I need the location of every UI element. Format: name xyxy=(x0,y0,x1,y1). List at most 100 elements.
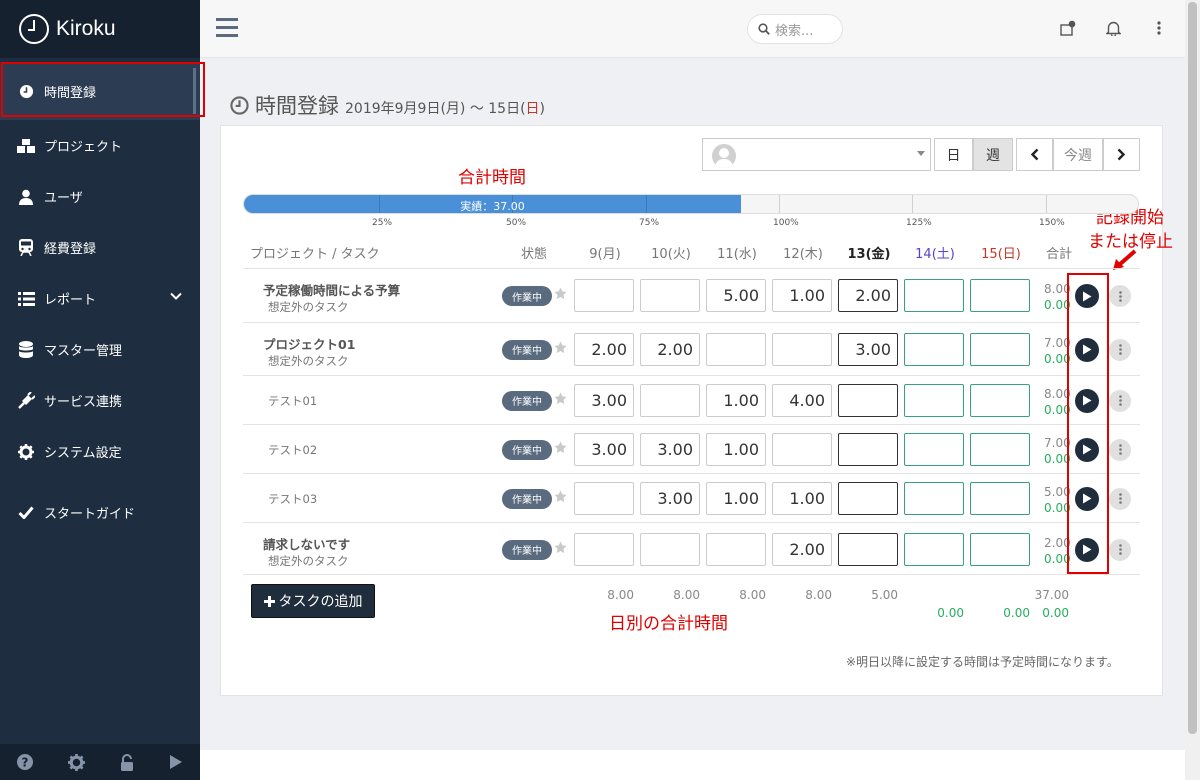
sidebar-item-expense[interactable]: 経費登録 xyxy=(0,222,200,273)
time-input[interactable]: 1.00 xyxy=(706,481,766,515)
sidebar-item-label: スタートガイド xyxy=(44,507,136,522)
time-input[interactable] xyxy=(904,383,964,417)
time-input[interactable] xyxy=(838,532,898,566)
time-input[interactable]: 2.00 xyxy=(640,332,700,366)
sidebar-item-user[interactable]: ユーザ xyxy=(0,171,200,222)
time-input[interactable] xyxy=(904,332,964,366)
time-input[interactable]: 3.00 xyxy=(574,432,634,466)
menu-icon[interactable] xyxy=(216,18,238,37)
user-select[interactable] xyxy=(702,138,931,171)
star-icon[interactable] xyxy=(554,287,567,300)
row-menu-button[interactable] xyxy=(1109,285,1131,307)
status-badge[interactable]: 作業中 xyxy=(502,488,552,509)
status-badge[interactable]: 作業中 xyxy=(502,286,552,306)
time-input[interactable] xyxy=(772,332,832,366)
time-input[interactable] xyxy=(838,432,898,466)
day-view-button[interactable]: 日 xyxy=(934,138,973,171)
row-menu-button[interactable] xyxy=(1109,389,1131,412)
more-vertical-icon[interactable] xyxy=(1157,21,1161,35)
week-view-button[interactable]: 週 xyxy=(973,138,1013,171)
time-input[interactable]: 1.00 xyxy=(706,383,766,417)
bell-icon[interactable] xyxy=(1106,20,1121,36)
time-input[interactable] xyxy=(574,481,634,515)
sidebar-item-report[interactable]: レポート xyxy=(0,273,200,324)
time-input[interactable]: 3.00 xyxy=(640,432,700,466)
prev-week-button[interactable] xyxy=(1016,138,1053,171)
scrollbar-thumb[interactable] xyxy=(1188,2,1197,734)
list-icon xyxy=(16,289,36,309)
time-input[interactable]: 3.00 xyxy=(574,383,634,417)
time-input[interactable] xyxy=(970,532,1030,566)
time-input[interactable]: 3.00 xyxy=(838,332,898,366)
time-input[interactable]: 2.00 xyxy=(574,332,634,366)
row-menu-button[interactable] xyxy=(1109,538,1131,561)
time-input[interactable] xyxy=(904,532,964,566)
time-input[interactable] xyxy=(904,481,964,515)
sidebar-item-settings[interactable]: システム設定 xyxy=(0,426,200,477)
add-task-label: タスクの追加 xyxy=(278,594,363,610)
time-input[interactable] xyxy=(904,279,964,312)
col-header-sun: 15(日) xyxy=(981,247,1021,262)
gear-icon[interactable] xyxy=(68,753,86,771)
time-input[interactable] xyxy=(640,383,700,417)
star-icon[interactable] xyxy=(554,341,567,354)
this-week-button[interactable]: 今週 xyxy=(1053,138,1103,171)
row-menu-button[interactable] xyxy=(1109,487,1131,510)
unlock-icon[interactable] xyxy=(120,753,134,771)
notification-settings-icon[interactable] xyxy=(1060,20,1076,36)
time-input[interactable] xyxy=(706,332,766,366)
next-week-button[interactable] xyxy=(1103,138,1140,171)
time-input[interactable]: 1.00 xyxy=(772,279,832,312)
status-badge[interactable]: 作業中 xyxy=(502,539,552,560)
star-icon[interactable] xyxy=(554,541,567,554)
page-scrollbar[interactable] xyxy=(1185,0,1200,780)
time-input[interactable] xyxy=(904,432,964,466)
time-input[interactable] xyxy=(574,279,634,312)
sidebar-item-guide[interactable]: スタートガイド xyxy=(0,487,200,538)
time-input[interactable]: 2.00 xyxy=(838,279,898,312)
time-input[interactable] xyxy=(640,279,700,312)
star-icon[interactable] xyxy=(554,441,567,454)
time-input[interactable] xyxy=(970,332,1030,366)
time-input[interactable] xyxy=(970,481,1030,515)
play-icon[interactable] xyxy=(169,754,183,770)
task-name: テスト01 xyxy=(268,393,318,408)
time-input[interactable] xyxy=(970,432,1030,466)
time-input[interactable] xyxy=(706,532,766,566)
database-icon xyxy=(16,340,36,360)
time-input[interactable]: 2.00 xyxy=(772,532,832,566)
time-input[interactable] xyxy=(838,481,898,515)
progress-gridline xyxy=(912,195,913,213)
sidebar-item-project[interactable]: プロジェクト xyxy=(0,120,200,171)
time-input[interactable]: 4.00 xyxy=(772,383,832,417)
time-input[interactable]: 1.00 xyxy=(772,481,832,515)
day-total-thu: 8.00 xyxy=(805,588,832,602)
time-input[interactable] xyxy=(838,383,898,417)
plug-icon xyxy=(16,391,36,411)
row-menu-button[interactable] xyxy=(1109,338,1131,361)
time-input[interactable]: 5.00 xyxy=(706,279,766,312)
time-input[interactable] xyxy=(574,532,634,566)
help-icon[interactable]: ? xyxy=(17,754,34,770)
time-input[interactable]: 1.00 xyxy=(706,432,766,466)
row-menu-button[interactable] xyxy=(1109,438,1131,461)
progress-label: 実績：37.00 xyxy=(460,200,525,213)
time-input[interactable] xyxy=(970,383,1030,417)
search-box[interactable]: 検索... xyxy=(747,14,843,44)
status-badge[interactable]: 作業中 xyxy=(502,439,552,460)
time-input[interactable] xyxy=(970,279,1030,312)
sidebar-item-service[interactable]: サービス連携 xyxy=(0,375,200,426)
task-name: テスト03 xyxy=(268,491,318,506)
status-badge[interactable]: 作業中 xyxy=(502,339,552,360)
search-input[interactable]: 検索... xyxy=(775,20,813,39)
app-footer xyxy=(200,750,1185,780)
star-icon[interactable] xyxy=(554,392,567,405)
time-input[interactable]: 3.00 xyxy=(640,481,700,515)
app-logo[interactable]: Kiroku xyxy=(0,0,200,58)
add-task-button[interactable]: タスクの追加 xyxy=(251,584,375,618)
time-input[interactable] xyxy=(640,532,700,566)
sidebar-item-master[interactable]: マスター管理 xyxy=(0,324,200,375)
status-badge[interactable]: 作業中 xyxy=(502,390,552,411)
time-input[interactable] xyxy=(772,432,832,466)
star-icon[interactable] xyxy=(554,490,567,503)
